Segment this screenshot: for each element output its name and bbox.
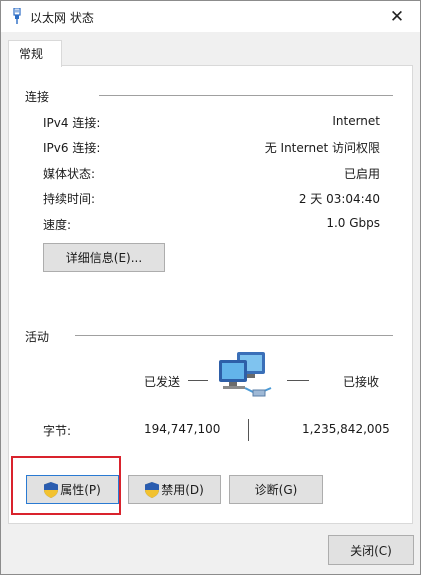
window-title: 以太网 状态 (30, 11, 94, 25)
ipv4-label: IPv4 连接: (43, 116, 101, 130)
bytes-received-value: 1,235,842,005 (302, 422, 390, 436)
activity-divider (75, 335, 393, 336)
details-button-label: 详细信息(E)... (65, 251, 143, 265)
network-computers-icon (219, 352, 272, 397)
tab-general[interactable]: 常规 (8, 40, 62, 67)
ipv6-label: IPv6 连接: (43, 141, 101, 155)
received-label: 已接收 (343, 375, 380, 389)
sent-label: 已发送 (144, 375, 181, 389)
tab-general-label: 常规 (19, 47, 44, 61)
connection-divider (99, 95, 393, 96)
properties-button[interactable]: 属性(P) (26, 475, 119, 504)
received-connector-line (287, 380, 309, 381)
close-button-label: 关闭(C) (350, 543, 392, 558)
diagnose-button-label: 诊断(G) (254, 483, 298, 497)
ipv6-value: 无 Internet 访问权限 (264, 141, 380, 155)
title-bar: 以太网 状态 ✕ (1, 1, 420, 32)
uac-shield-icon (145, 481, 160, 498)
duration-label: 持续时间: (43, 192, 96, 206)
ethernet-plug-icon (13, 8, 21, 24)
uac-shield-icon (44, 481, 59, 498)
details-button[interactable]: 详细信息(E)... (43, 243, 165, 272)
connection-heading: 连接 (25, 90, 50, 104)
close-window-button[interactable]: ✕ (374, 1, 420, 32)
close-button[interactable]: 关闭(C) (328, 535, 414, 565)
sent-connector-line (188, 380, 208, 381)
media-state-label: 媒体状态: (43, 167, 96, 181)
disable-button[interactable]: 禁用(D) (128, 475, 221, 504)
speed-value: 1.0 Gbps (326, 216, 380, 230)
bytes-label: 字节: (43, 424, 72, 438)
ipv4-value: Internet (332, 114, 380, 128)
ethernet-status-dialog: 以太网 状态 ✕ 常规 连接 IPv4 连接: Internet IPv6 连接… (0, 0, 421, 575)
diagnose-button[interactable]: 诊断(G) (229, 475, 323, 504)
media-state-value: 已启用 (343, 167, 380, 181)
duration-value: 2 天 03:04:40 (298, 192, 380, 206)
properties-button-label: 属性(P) (60, 483, 101, 497)
bytes-sent-value: 194,747,100 (144, 422, 221, 436)
close-icon: ✕ (389, 6, 405, 27)
activity-heading: 活动 (25, 330, 50, 344)
speed-label: 速度: (43, 218, 72, 232)
bytes-separator (248, 419, 249, 441)
disable-button-label: 禁用(D) (161, 483, 204, 497)
